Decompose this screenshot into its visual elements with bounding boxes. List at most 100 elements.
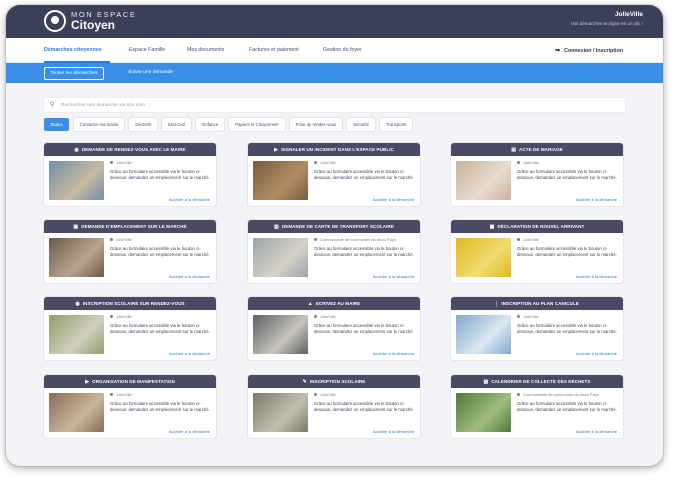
access-procedure-link[interactable]: Accéder à la démarche — [169, 429, 210, 434]
login-button[interactable]: ➡ Connexion / Inscription — [555, 47, 623, 55]
filter-contacter-mairie[interactable]: Contacter ma mairie — [73, 118, 125, 131]
filter-securite[interactable]: Sécurité — [347, 118, 375, 131]
location-pin-icon — [314, 238, 317, 241]
card-location: JolieVille — [314, 160, 336, 165]
card-header: │ INSCRIPTION AU PLAN CANICULE — [451, 297, 623, 310]
logo-title-line2: Citoyen — [71, 18, 116, 33]
procedure-card[interactable]: ▣ DEMANDE D'EMPLACEMENT SUR LE MARCHÉ Joli… — [44, 220, 216, 283]
moving-box-icon: ▦ — [489, 223, 495, 230]
card-location: JolieVille — [517, 237, 539, 242]
main-nav: Démarches citoyennes Espace Famille Mes … — [6, 38, 663, 63]
location-pin-icon — [517, 393, 520, 396]
location-label: JolieVille — [116, 314, 132, 319]
location-pin-icon — [517, 238, 520, 241]
top-header: MON ESPACE Citoyen JolieVille Vos démarc… — [6, 5, 663, 38]
procedure-card[interactable]: ▤ ACTE DE MARIAGE JolieVille Grâce au formu… — [451, 143, 623, 206]
search-input[interactable] — [61, 98, 601, 112]
location-pin-icon — [314, 315, 317, 318]
procedure-card[interactable]: ◉ INSCRIPTION SCOLAIRE SUR RENDEZ-VOUS Jol… — [44, 297, 216, 360]
location-label: JolieVille — [523, 160, 539, 165]
access-procedure-link[interactable]: Accéder à la démarche — [169, 274, 210, 279]
card-photo — [253, 161, 308, 200]
logo-title-line1: MON ESPACE — [71, 9, 137, 19]
card-title: INSCRIPTION SCOLAIRE — [309, 379, 366, 384]
filter-dechets[interactable]: Déchets — [129, 118, 158, 131]
procedure-card[interactable]: ◉ DEMANDE DE RENDEZ-VOUS AVEC LE MAIRE Jol… — [44, 143, 216, 206]
location-pin-icon — [517, 315, 520, 318]
filter-prise-rendez-vous[interactable]: Prise de rendez-vous — [289, 118, 343, 131]
tab-toutes-demarches[interactable]: Toutes les démarches — [44, 67, 104, 80]
card-header: ▶ ORGANISATION DE MANIFESTATION — [44, 375, 216, 388]
eye-icon: ◉ — [74, 146, 79, 153]
logo[interactable]: MON ESPACE Citoyen — [44, 10, 136, 32]
nav-mes-documents[interactable]: Mes documents — [187, 47, 224, 53]
card-description: Grâce au formulaire accessible via le bo… — [517, 401, 617, 412]
procedure-card[interactable]: ▲ ECRIVEZ AU MAIRE JolieVille Grâce au form… — [248, 297, 420, 360]
location-label: JolieVille — [320, 160, 336, 165]
card-title: INSCRIPTION SCOLAIRE SUR RENDEZ-VOUS — [82, 301, 185, 306]
search-icon: ⚲ — [50, 102, 55, 108]
megaphone-icon: ▶ — [274, 146, 279, 153]
category-filters: Toutes Contacter ma mairie Déchets Etat-… — [44, 118, 417, 131]
town-block: JolieVille Vos démarches en ligne en un … — [571, 11, 643, 26]
access-procedure-link[interactable]: Accéder à la démarche — [169, 197, 210, 202]
location-pin-icon — [517, 161, 520, 164]
procedure-card[interactable]: ▶ ORGANISATION DE MANIFESTATION JolieVille… — [44, 375, 216, 438]
access-procedure-link[interactable]: Accéder à la démarche — [576, 351, 617, 356]
filter-enfance[interactable]: Enfance — [196, 118, 225, 131]
card-title: DEMANDE D'EMPLACEMENT SUR LE MARCHÉ — [81, 224, 187, 229]
nav-factures-paiement[interactable]: Factures et paiement — [249, 47, 299, 53]
access-procedure-link[interactable]: Accéder à la démarche — [373, 351, 414, 356]
card-title: INSCRIPTION AU PLAN CANICULE — [501, 301, 579, 306]
card-title: DEMANDE DE RENDEZ-VOUS AVEC LE MAIRE — [81, 147, 186, 152]
procedure-card[interactable]: ✎ INSCRIPTION SCOLAIRE JolieVille Grâce au … — [248, 375, 420, 438]
access-procedure-link[interactable]: Accéder à la démarche — [373, 274, 414, 279]
nav-gestion-foyer[interactable]: Gestion du foyer — [323, 47, 362, 53]
card-description: Grâce au formulaire accessible via le bo… — [110, 323, 210, 334]
card-description: Grâce au formulaire accessible via le bo… — [110, 246, 210, 257]
filter-toutes[interactable]: Toutes — [44, 118, 69, 131]
card-photo — [456, 393, 511, 432]
access-procedure-link[interactable]: Accéder à la démarche — [169, 351, 210, 356]
tab-suivre-demande[interactable]: Suivre une demande — [123, 67, 178, 78]
location-label: JolieVille — [523, 314, 539, 319]
location-label: JolieVille — [320, 314, 336, 319]
card-description: Grâce au formulaire accessible via le bo… — [314, 401, 414, 412]
megaphone-icon: ▶ — [85, 378, 90, 385]
card-photo — [456, 315, 511, 354]
access-procedure-link[interactable]: Accéder à la démarche — [576, 197, 617, 202]
document-icon: ▤ — [511, 146, 517, 153]
access-procedure-link[interactable]: Accéder à la démarche — [576, 429, 617, 434]
nav-espace-famille[interactable]: Espace Famille — [129, 47, 165, 53]
nav-demarches-citoyennes[interactable]: Démarches citoyennes — [44, 47, 102, 53]
card-header: ▧ CALENDRIER DE COLLECTE DES DÉCHETS — [451, 375, 623, 388]
card-header: ▶ SIGNALER UN INCIDENT DANS L'ESPACE PUBL… — [248, 143, 420, 156]
access-procedure-link[interactable]: Accéder à la démarche — [576, 274, 617, 279]
procedure-card[interactable]: ▶ SIGNALER UN INCIDENT DANS L'ESPACE PUBL… — [248, 143, 420, 206]
card-header: ✎ INSCRIPTION SCOLAIRE — [248, 375, 420, 388]
card-description: Grâce au formulaire accessible via le bo… — [314, 169, 414, 180]
card-location: JolieVille — [110, 314, 132, 319]
card-title: ECRIVEZ AU MAIRE — [315, 301, 361, 306]
card-header: ▲ ECRIVEZ AU MAIRE — [248, 297, 420, 310]
procedure-card[interactable]: │ INSCRIPTION AU PLAN CANICULE JolieVille G… — [451, 297, 623, 360]
card-location: JolieVille — [110, 237, 132, 242]
filter-transports[interactable]: Transports — [379, 118, 413, 131]
app-window: MON ESPACE Citoyen JolieVille Vos démarc… — [6, 5, 663, 466]
procedure-card[interactable]: ▥ DEMANDE DE CARTE DE TRANSPORT SCOLAIRE C… — [248, 220, 420, 283]
access-procedure-link[interactable]: Accéder à la démarche — [373, 429, 414, 434]
card-title: ACTE DE MARIAGE — [519, 147, 563, 152]
card-description: Grâce au formulaire accessible via le bo… — [517, 169, 617, 180]
card-header: ▣ DEMANDE D'EMPLACEMENT SUR LE MARCHÉ — [44, 220, 216, 233]
card-header: ◉ DEMANDE DE RENDEZ-VOUS AVEC LE MAIRE — [44, 143, 216, 156]
card-location: JolieVille — [110, 160, 132, 165]
card-location: Communauté de communes du beau Pays — [314, 237, 396, 242]
access-procedure-link[interactable]: Accéder à la démarche — [373, 197, 414, 202]
search-bar: ⚲ — [44, 98, 625, 112]
procedure-card[interactable]: ▧ CALENDRIER DE COLLECTE DES DÉCHETS Commu… — [451, 375, 623, 438]
filter-etat-civil[interactable]: Etat-Civil — [162, 118, 192, 131]
filter-papiers-citoyennete[interactable]: Papiers et Citoyenneté — [229, 118, 285, 131]
procedure-card[interactable]: ▦ DÉCLARATION DE NOUVEL ARRIVANT JolieVill… — [451, 220, 623, 283]
card-header: ◉ INSCRIPTION SCOLAIRE SUR RENDEZ-VOUS — [44, 297, 216, 310]
location-pin-icon — [314, 393, 317, 396]
